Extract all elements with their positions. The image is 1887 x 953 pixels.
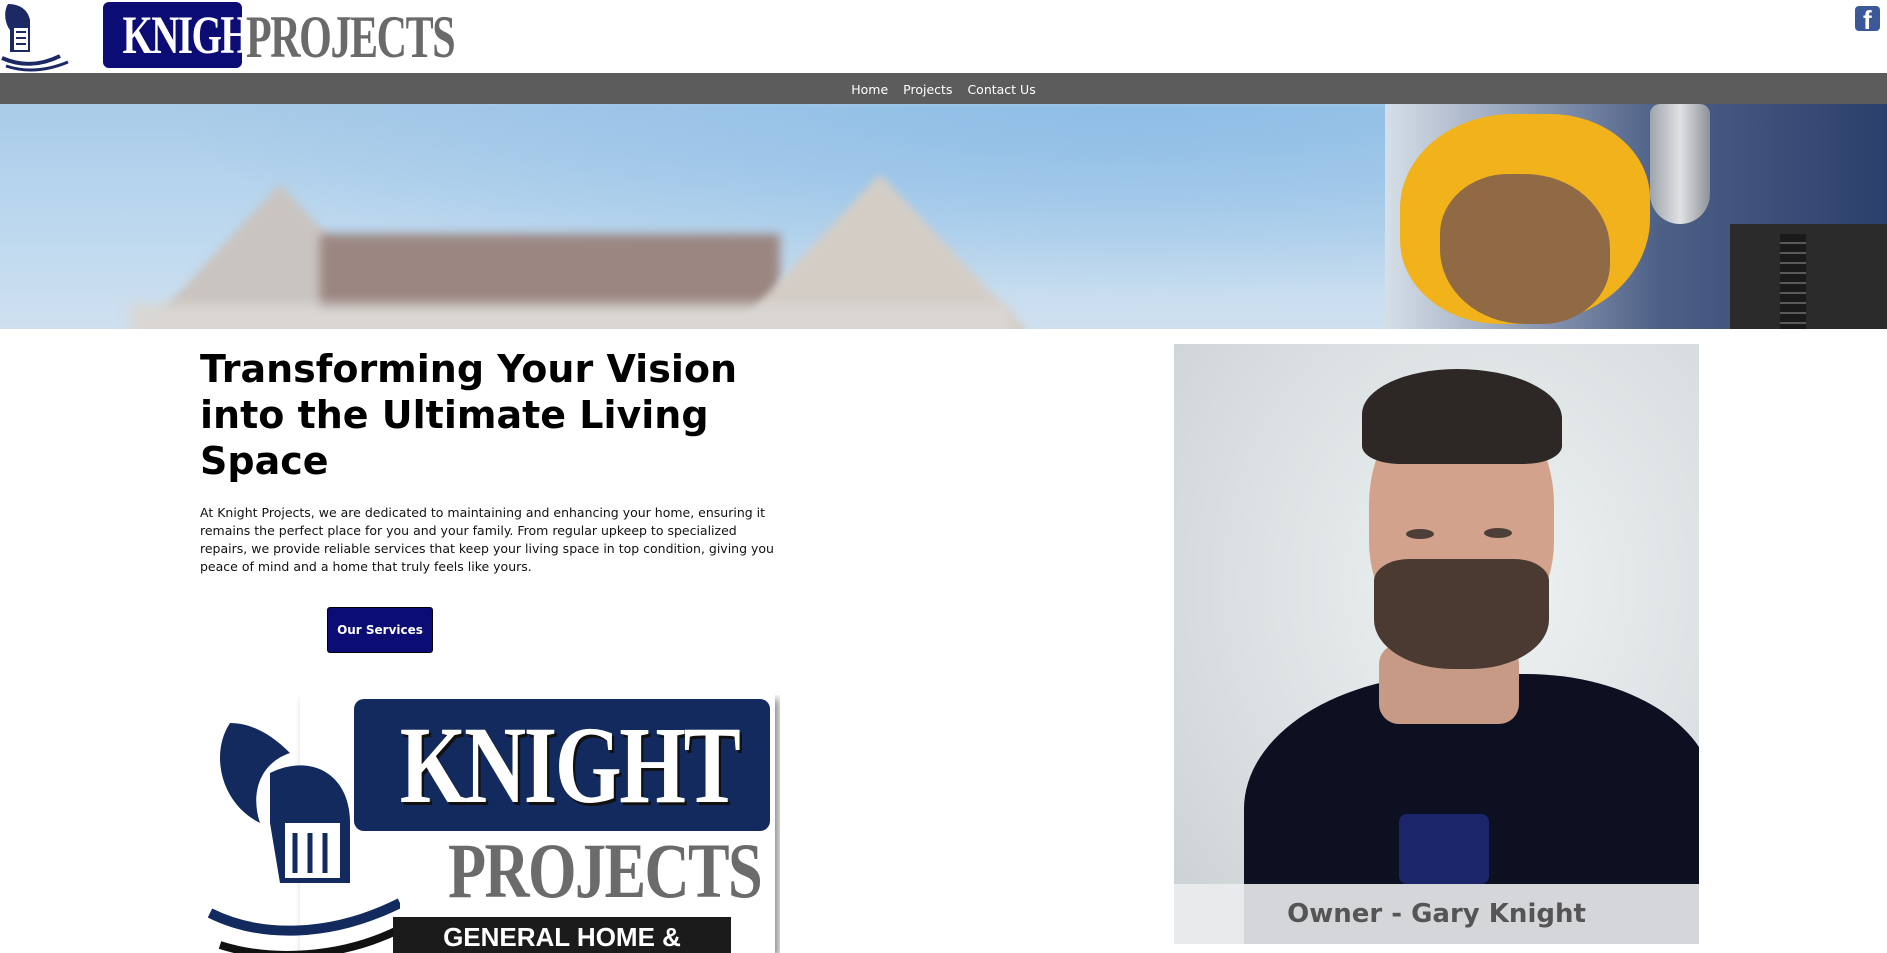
- nav-home-link[interactable]: Home: [851, 82, 888, 97]
- owner-eye-right: [1484, 528, 1512, 538]
- hero-tool-belt: [1730, 224, 1887, 329]
- logo-word-knight[interactable]: KNIGHT: [122, 2, 275, 68]
- facebook-glyph: f: [1863, 5, 1872, 35]
- our-services-button[interactable]: Our Services: [327, 607, 433, 653]
- owner-eye-left: [1406, 529, 1434, 539]
- owner-photo: Owner - Gary Knight: [1174, 344, 1699, 944]
- intro-paragraph: At Knight Projects, we are dedicated to …: [200, 505, 774, 574]
- hero-glove-palm: [1440, 174, 1610, 324]
- site-header: KNIGHT PROJECTS f: [0, 0, 1887, 73]
- main-navigation: Home Projects Contact Us: [0, 73, 1887, 104]
- owner-hair: [1362, 369, 1562, 464]
- hero-banner-image: [0, 104, 1887, 329]
- owner-caption: Owner - Gary Knight: [1287, 899, 1586, 929]
- hero-belt-strap: [1780, 234, 1806, 329]
- hero-house-wall: [130, 304, 1010, 329]
- nav-projects-link[interactable]: Projects: [903, 82, 952, 97]
- nav-list: Home Projects Contact Us: [0, 73, 1887, 104]
- hero-hammer: [1650, 104, 1710, 224]
- page-headline: Transforming Your Vision into the Ultima…: [200, 347, 738, 483]
- knight-helmet-icon: [1, 4, 69, 72]
- logo-big-word-projects: PROJECTS: [448, 827, 763, 914]
- facebook-icon[interactable]: f: [1855, 5, 1880, 35]
- logo-big-word-knight: KNIGHT: [399, 704, 741, 826]
- company-logo-image: KNIGHT PROJECTS GENERAL HOME &: [200, 695, 780, 953]
- nav-contact-link[interactable]: Contact Us: [967, 82, 1035, 97]
- shirt-logo: [1399, 814, 1489, 884]
- logo-tagline: GENERAL HOME &: [443, 922, 681, 952]
- logo-word-projects[interactable]: PROJECTS: [246, 6, 456, 68]
- owner-beard: [1374, 559, 1549, 669]
